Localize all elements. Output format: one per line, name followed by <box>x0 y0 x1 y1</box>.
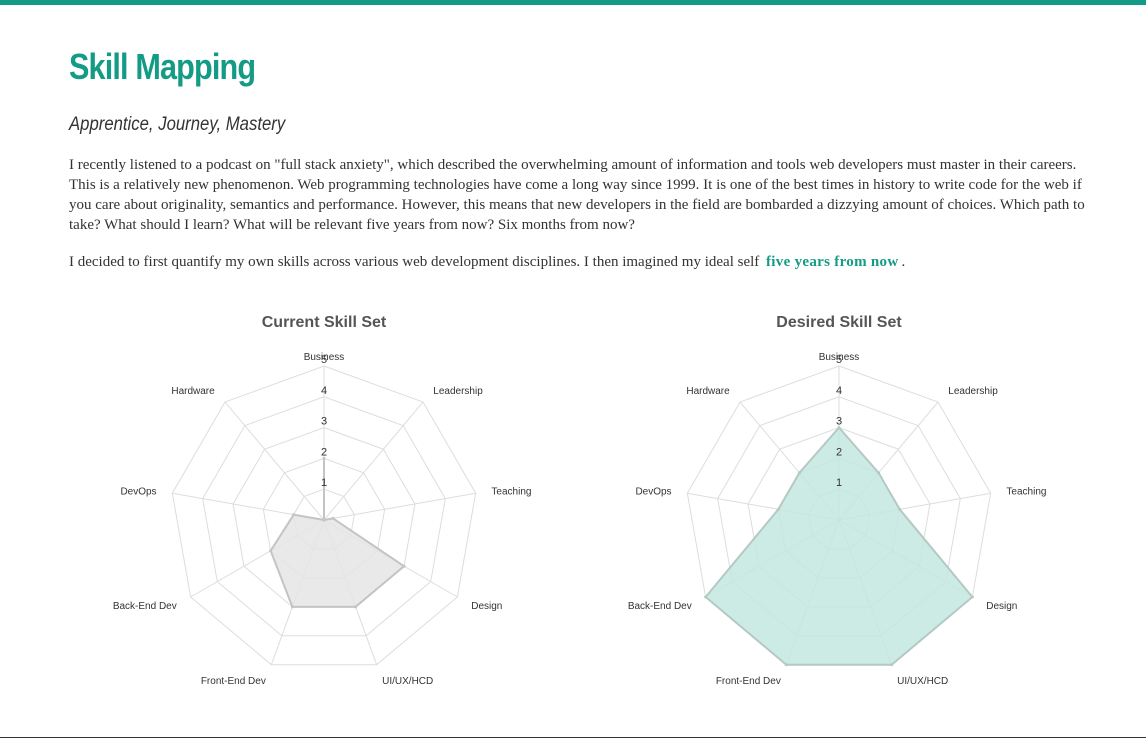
axis-label-teaching: Teaching <box>1006 486 1046 497</box>
data-point-hardware <box>797 471 801 475</box>
axis-label-hardware: Hardware <box>686 386 730 397</box>
axis-label-business: Business <box>304 352 345 363</box>
data-point-design <box>402 564 406 568</box>
tick-label-4: 4 <box>321 385 327 397</box>
axis-label-ui-ux-hcd: UI/UX/HCD <box>897 676 948 687</box>
spoke-leadership <box>323 401 424 521</box>
data-point-back-end-dev <box>269 549 273 553</box>
spoke-teaching <box>323 492 476 521</box>
data-point-teaching <box>331 516 335 520</box>
tick-label-1: 1 <box>321 477 327 489</box>
axis-label-ui-ux-hcd: UI/UX/HCD <box>382 676 433 687</box>
axis-label-leadership: Leadership <box>433 386 483 397</box>
five-years-link[interactable]: five years from now <box>766 254 898 270</box>
axis-label-teaching: Teaching <box>491 486 531 497</box>
data-point-ui-ux-hcd <box>890 663 894 667</box>
tick-label-2: 2 <box>321 446 327 458</box>
axis-label-hardware: Hardware <box>171 386 215 397</box>
radar-title: Desired Skill Set <box>776 314 902 331</box>
data-point-leadership <box>877 471 881 475</box>
second-paragraph-text: I decided to first quantify my own skill… <box>69 254 760 270</box>
axis-label-devops: DevOps <box>635 486 671 497</box>
data-point-front-end-dev <box>784 663 788 667</box>
second-paragraph: I decided to first quantify my own skill… <box>69 252 1089 272</box>
data-point-back-end-dev <box>704 595 708 599</box>
tick-label-3: 3 <box>321 416 327 428</box>
axis-label-leadership: Leadership <box>948 386 998 397</box>
axis-label-devops: DevOps <box>120 486 156 497</box>
tick-label-1: 1 <box>836 477 842 489</box>
tick-label-3: 3 <box>836 416 842 428</box>
desired-skill-radar-chart: Desired Skill Set12345BusinessLeadership… <box>628 314 1047 687</box>
page-title: Skill Mapping <box>69 46 256 87</box>
axis-label-front-end-dev: Front-End Dev <box>716 676 781 687</box>
axis-label-back-end-dev: Back-End Dev <box>628 601 692 612</box>
axis-label-design: Design <box>986 601 1017 612</box>
axis-label-design: Design <box>471 601 502 612</box>
data-point-design <box>970 595 974 599</box>
data-point-front-end-dev <box>290 605 294 609</box>
radar-title: Current Skill Set <box>262 314 387 331</box>
spoke-hardware <box>224 401 325 521</box>
page-subtitle: Apprentice, Journey, Mastery <box>69 114 286 135</box>
data-point-devops <box>776 507 780 511</box>
data-point-teaching <box>898 507 902 511</box>
data-point-ui-ux-hcd <box>354 605 358 609</box>
tick-label-4: 4 <box>836 385 842 397</box>
data-area <box>704 426 974 666</box>
current-skill-radar-chart: Current Skill Set12345BusinessLeadership… <box>113 314 532 687</box>
data-point-hardware <box>322 518 326 522</box>
intro-paragraph: I recently listened to a podcast on "ful… <box>69 157 1085 233</box>
axis-label-back-end-dev: Back-End Dev <box>113 601 177 612</box>
top-accent-bar <box>0 0 1146 5</box>
axis-label-business: Business <box>819 352 860 363</box>
tick-label-2: 2 <box>836 446 842 458</box>
second-paragraph-end: . <box>901 254 906 270</box>
axis-label-front-end-dev: Front-End Dev <box>201 676 266 687</box>
data-point-devops <box>292 513 296 517</box>
